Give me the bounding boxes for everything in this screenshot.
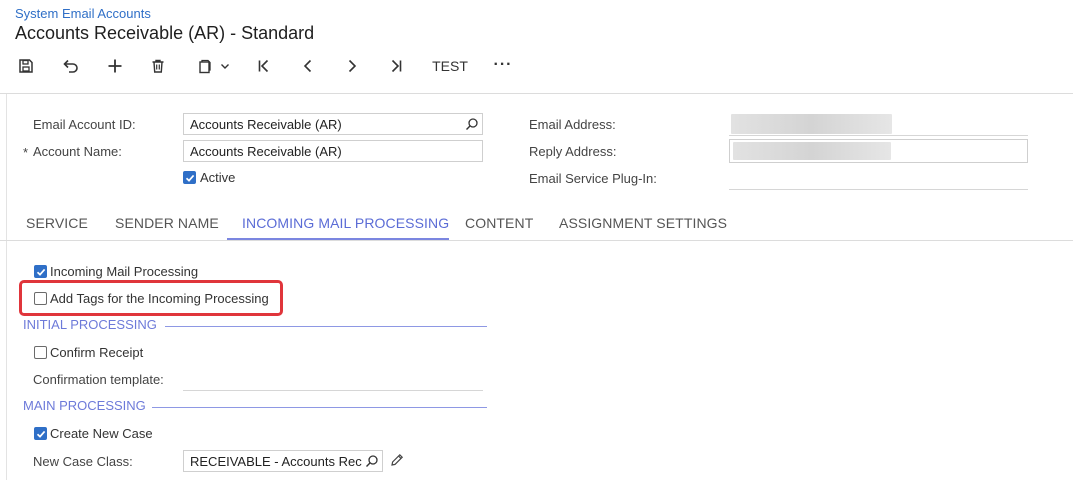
delete-icon	[152, 59, 164, 73]
new-case-class-label: New Case Class:	[33, 454, 133, 469]
email-account-id-field[interactable]: Accounts Receivable (AR)	[183, 113, 483, 135]
check-icon	[36, 430, 45, 438]
email-address-label: Email Address:	[529, 117, 616, 132]
save-button[interactable]	[17, 55, 35, 77]
last-record-icon	[391, 59, 402, 73]
account-name-field[interactable]: Accounts Receivable (AR)	[183, 140, 483, 162]
page-title: Accounts Receivable (AR) - Standard	[15, 23, 315, 43]
email-account-id-label: Email Account ID:	[33, 117, 136, 132]
initial-processing-rule	[165, 326, 487, 327]
save-icon	[19, 59, 33, 73]
initial-processing-title: INITIAL PROCESSING	[23, 317, 157, 332]
toolbar-divider	[0, 93, 1073, 94]
account-name-value: Accounts Receivable (AR)	[190, 144, 342, 159]
main-processing-title: MAIN PROCESSING	[23, 398, 146, 413]
check-icon	[36, 268, 45, 276]
tab-content[interactable]: CONTENT	[465, 215, 533, 231]
confirm-receipt-checkbox[interactable]	[34, 346, 47, 359]
edit-case-class-button[interactable]	[390, 453, 404, 472]
new-case-class-value: RECEIVABLE - Accounts Rec	[190, 454, 362, 469]
reply-address-field[interactable]	[729, 139, 1028, 163]
copy-paste-button[interactable]	[193, 55, 235, 77]
incoming-mail-processing-label: Incoming Mail Processing	[50, 264, 199, 279]
email-service-plugin-label: Email Service Plug-In:	[529, 171, 657, 186]
confirm-receipt-label: Confirm Receipt	[50, 345, 144, 360]
confirmation-template-label: Confirmation template:	[33, 372, 164, 387]
delete-button[interactable]	[149, 55, 167, 77]
email-address-redacted	[731, 114, 892, 134]
search-icon[interactable]	[365, 454, 379, 468]
main-processing-rule	[152, 407, 487, 408]
next-record-button[interactable]	[343, 55, 361, 77]
tabs-divider	[0, 240, 1073, 241]
copy-paste-icon	[199, 59, 211, 74]
previous-record-button[interactable]	[299, 55, 317, 77]
reply-address-label: Reply Address:	[529, 144, 617, 159]
tab-incoming-mail-processing[interactable]: INCOMING MAIL PROCESSING	[242, 215, 449, 231]
test-button[interactable]: TEST	[430, 55, 470, 77]
active-checkbox[interactable]	[183, 171, 196, 184]
email-account-id-value: Accounts Receivable (AR)	[190, 117, 342, 132]
next-record-icon	[348, 59, 357, 73]
email-service-plugin-underline	[729, 189, 1028, 190]
active-label: Active	[200, 170, 236, 185]
more-button[interactable]: ···	[490, 54, 516, 76]
check-icon	[185, 174, 194, 182]
breadcrumb[interactable]: System Email Accounts	[15, 6, 151, 21]
left-edge-line	[6, 94, 7, 480]
last-record-button[interactable]	[386, 55, 406, 77]
add-button[interactable]	[105, 55, 125, 77]
incoming-mail-processing-checkbox[interactable]	[34, 265, 47, 278]
more-icon: ···	[493, 56, 513, 73]
required-indicator: *	[23, 145, 29, 160]
account-name-label: Account Name:	[33, 144, 122, 159]
pencil-icon	[391, 453, 404, 466]
tab-service[interactable]: SERVICE	[26, 215, 88, 231]
confirmation-template-field[interactable]	[183, 390, 483, 391]
first-record-icon	[258, 59, 269, 73]
new-case-class-field[interactable]: RECEIVABLE - Accounts Rec	[183, 450, 383, 472]
undo-button[interactable]	[60, 55, 80, 77]
previous-record-icon	[303, 59, 312, 73]
email-address-underline	[729, 135, 1028, 136]
create-new-case-checkbox[interactable]	[34, 427, 47, 440]
tab-assignment-settings[interactable]: ASSIGNMENT SETTINGS	[559, 215, 727, 231]
search-icon[interactable]	[465, 117, 479, 131]
undo-icon	[63, 59, 78, 73]
reply-address-redacted	[733, 142, 891, 160]
add-icon	[108, 59, 122, 73]
highlight-annotation	[19, 280, 283, 316]
first-record-button[interactable]	[254, 55, 274, 77]
tab-sender-name[interactable]: SENDER NAME	[115, 215, 219, 231]
create-new-case-label: Create New Case	[50, 426, 153, 441]
chevron-down-icon	[221, 64, 229, 69]
